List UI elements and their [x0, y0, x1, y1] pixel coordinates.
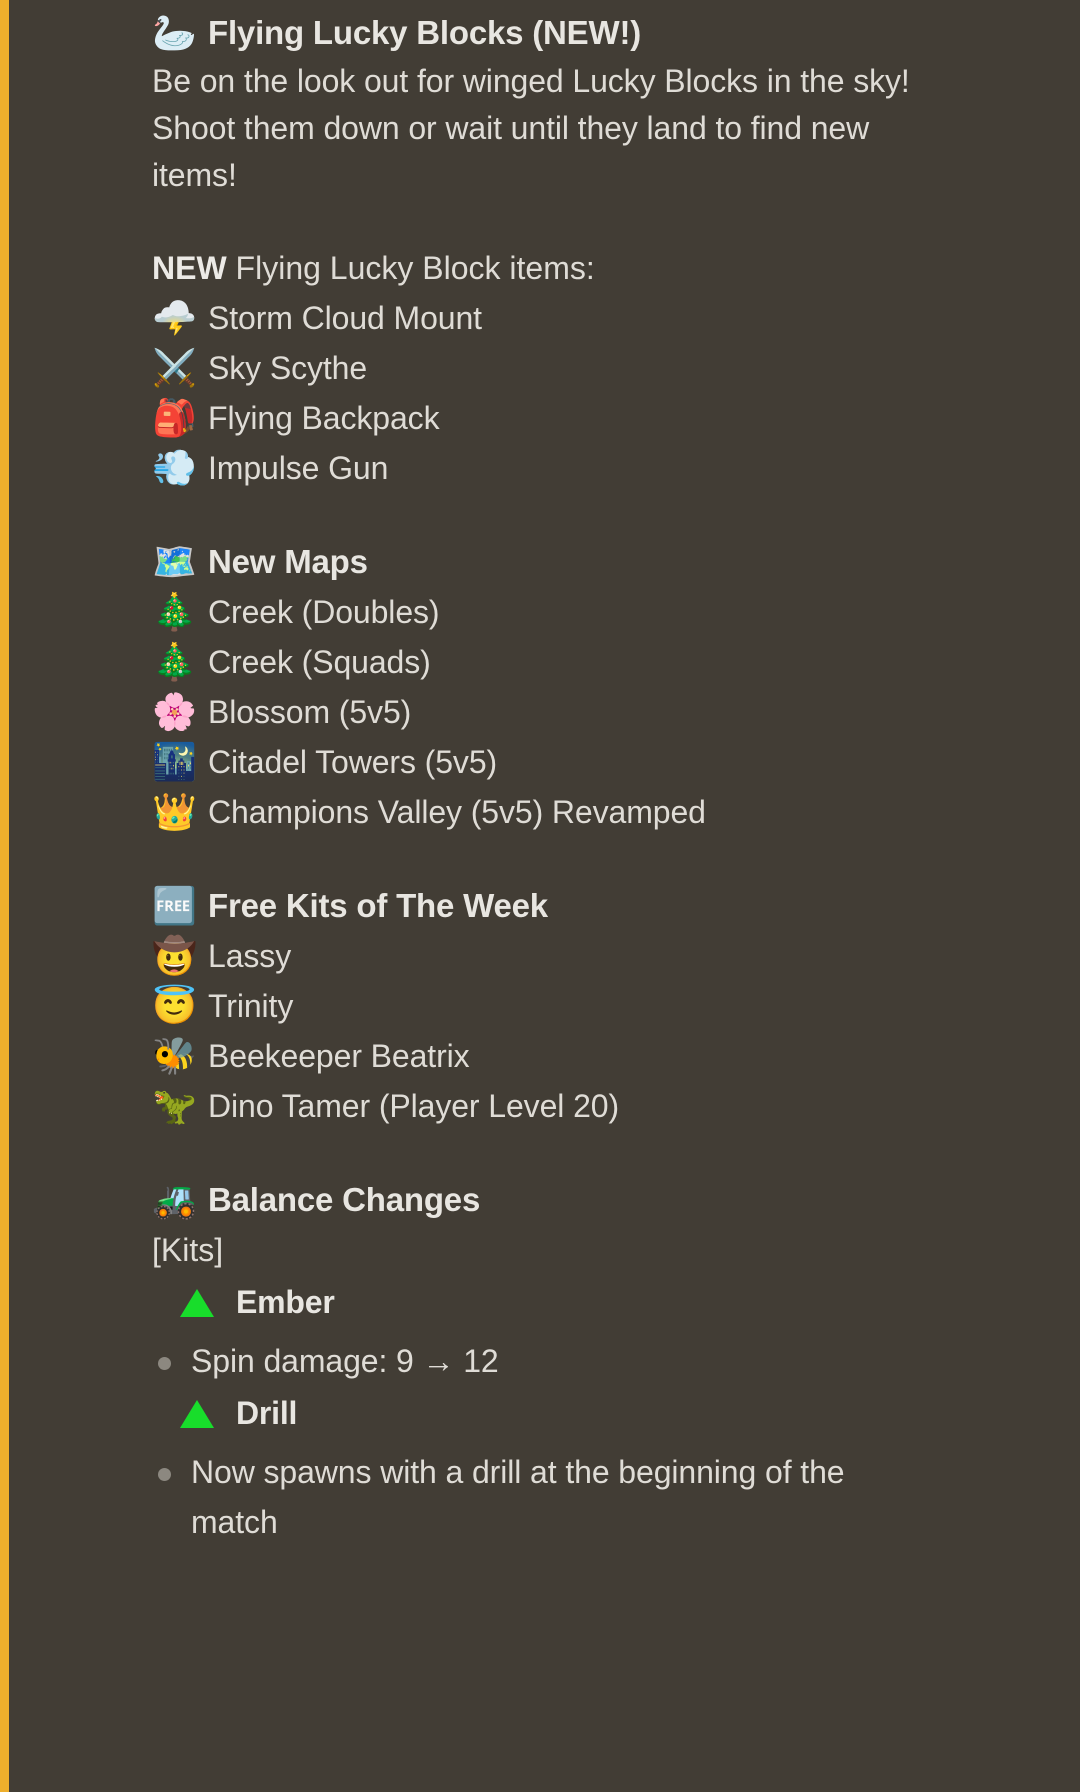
list-item: 🐝 Beekeeper Beatrix — [152, 1031, 1056, 1081]
list-item-label: Storm Cloud Mount — [208, 300, 482, 336]
tractor-emoji: 🚜 — [152, 1179, 197, 1220]
list-item: 🦖 Dino Tamer (Player Level 20) — [152, 1081, 1056, 1131]
section-balance-changes: 🚜 Balance Changes [Kits] Ember Spin dama… — [152, 1175, 1056, 1547]
change-text: Spin damage: 9 → 12 — [191, 1343, 499, 1379]
kit-entry-drill: Drill — [152, 1386, 1056, 1441]
free-kits-heading: 🆓 Free Kits of The Week — [152, 881, 1056, 931]
backpack-emoji: 🎒 — [152, 397, 197, 438]
list-item: ⚔️ Sky Scythe — [152, 343, 1056, 393]
balance-changes-heading: 🚜 Balance Changes — [152, 1175, 1056, 1225]
list-item: 🤠 Lassy — [152, 931, 1056, 981]
buff-triangle-icon — [180, 1288, 214, 1317]
section-free-kits: 🆓 Free Kits of The Week 🤠 Lassy 😇 Trinit… — [152, 881, 1056, 1131]
evergreen-tree-emoji: 🎄 — [152, 591, 197, 632]
storm-cloud-emoji: 🌩️ — [152, 297, 197, 338]
list-item-label: Dino Tamer (Player Level 20) — [208, 1088, 620, 1124]
t-rex-emoji: 🦖 — [152, 1085, 197, 1126]
list-item-label: Impulse Gun — [208, 450, 389, 486]
kit-entry-ember: Ember — [152, 1275, 1056, 1330]
list-item: 😇 Trinity — [152, 981, 1056, 1031]
free-kits-title: Free Kits of The Week — [208, 887, 548, 924]
angel-face-emoji: 😇 — [152, 985, 197, 1026]
list-item-label: Flying Backpack — [208, 400, 440, 436]
new-maps-heading: 🗺️ New Maps — [152, 537, 1056, 587]
list-item: 💨 Impulse Gun — [152, 443, 1056, 493]
list-item: 👑 Champions Valley (5v5) Revamped — [152, 787, 1056, 837]
evergreen-tree-emoji: 🎄 — [152, 641, 197, 682]
list-item-label: Champions Valley (5v5) Revamped — [208, 794, 706, 830]
change-bullet: Now spawns with a drill at the beginning… — [152, 1447, 1056, 1547]
honeybee-emoji: 🐝 — [152, 1035, 197, 1076]
embed-content: 🦢 Flying Lucky Blocks (NEW!) Be on the l… — [152, 0, 1056, 1547]
cherry-blossom-emoji: 🌸 — [152, 691, 197, 732]
bullet-dot-icon — [158, 1357, 171, 1370]
new-maps-title: New Maps — [208, 543, 368, 580]
flying-lucky-blocks-heading: 🦢 Flying Lucky Blocks (NEW!) — [152, 8, 1056, 58]
buff-triangle-icon — [180, 1399, 214, 1428]
dash-emoji: 💨 — [152, 447, 197, 488]
list-item: 🎒 Flying Backpack — [152, 393, 1056, 443]
balance-category-label: [Kits] — [152, 1232, 224, 1268]
items-label-rest: Flying Lucky Block items: — [226, 250, 595, 286]
world-map-emoji: 🗺️ — [152, 541, 197, 582]
new-badge-text: NEW — [152, 250, 227, 286]
free-button-emoji: 🆓 — [152, 885, 197, 926]
list-item-label: Blossom (5v5) — [208, 694, 412, 730]
list-item-label: Creek (Doubles) — [208, 594, 440, 630]
kit-name: Ember — [236, 1284, 335, 1320]
list-item-label: Creek (Squads) — [208, 644, 431, 680]
section-new-maps: 🗺️ New Maps 🎄 Creek (Doubles) 🎄 Creek (S… — [152, 537, 1056, 837]
list-item-label: Trinity — [208, 988, 294, 1024]
list-item-label: Sky Scythe — [208, 350, 368, 386]
changelog-embed: 🦢 Flying Lucky Blocks (NEW!) Be on the l… — [0, 0, 1080, 1792]
bullet-dot-icon — [158, 1468, 171, 1481]
list-item: 🎄 Creek (Squads) — [152, 637, 1056, 687]
flying-lucky-blocks-title: Flying Lucky Blocks (NEW!) — [208, 14, 642, 51]
embed-accent-bar — [0, 0, 9, 1792]
flying-lucky-blocks-body: Be on the look out for winged Lucky Bloc… — [152, 63, 910, 193]
list-item: 🌃 Citadel Towers (5v5) — [152, 737, 1056, 787]
list-item: 🌸 Blossom (5v5) — [152, 687, 1056, 737]
crossed-swords-emoji: ⚔️ — [152, 347, 197, 388]
change-bullet: Spin damage: 9 → 12 — [152, 1336, 1056, 1386]
balance-changes-title: Balance Changes — [208, 1181, 481, 1218]
night-city-emoji: 🌃 — [152, 741, 197, 782]
kit-name: Drill — [236, 1395, 298, 1431]
swan-emoji: 🦢 — [152, 12, 197, 53]
change-text: Now spawns with a drill at the beginning… — [191, 1454, 845, 1540]
list-item-label: Citadel Towers (5v5) — [208, 744, 498, 780]
flying-lucky-blocks-items-label: NEW Flying Lucky Block items: — [152, 243, 1056, 293]
list-item-label: Beekeeper Beatrix — [208, 1038, 470, 1074]
section-flying-lucky-blocks: 🦢 Flying Lucky Blocks (NEW!) Be on the l… — [152, 8, 1056, 493]
list-item-label: Lassy — [208, 938, 292, 974]
list-item: 🎄 Creek (Doubles) — [152, 587, 1056, 637]
crown-emoji: 👑 — [152, 791, 197, 832]
list-item: 🌩️ Storm Cloud Mount — [152, 293, 1056, 343]
cowboy-face-emoji: 🤠 — [152, 935, 197, 976]
